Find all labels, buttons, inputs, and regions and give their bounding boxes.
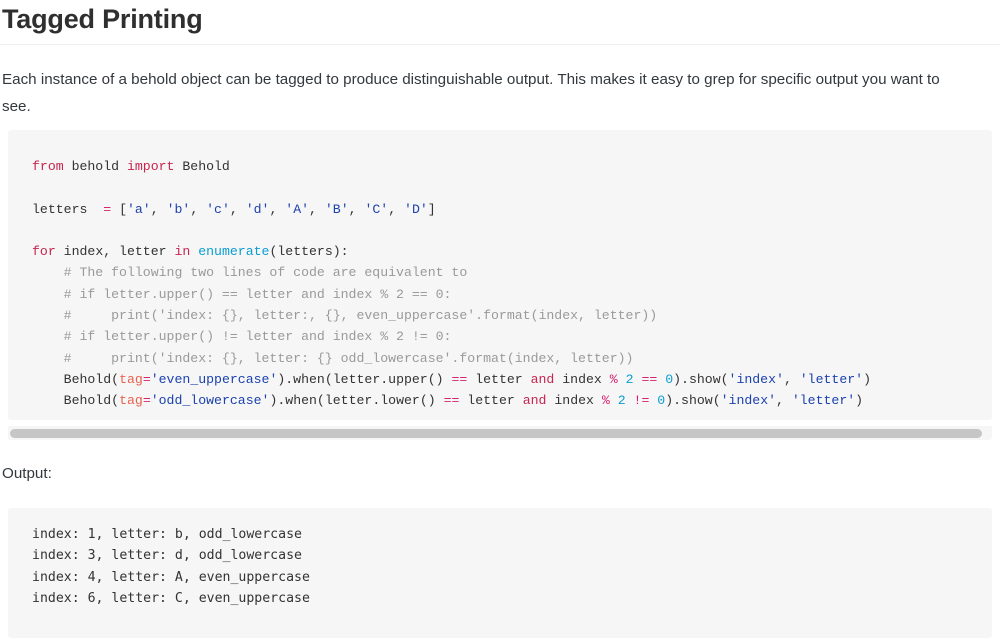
code-token: ,	[309, 201, 325, 217]
code-token: tag	[119, 393, 143, 409]
code-token: 'A'	[285, 201, 310, 217]
code-token: 'b'	[166, 201, 191, 217]
code-token: ,	[388, 201, 405, 217]
code-token: ==	[451, 371, 468, 387]
code-token: letter	[467, 371, 531, 387]
page-title: Tagged Printing	[2, 4, 203, 34]
code-token: =	[103, 201, 112, 217]
code-token: in	[174, 244, 191, 260]
code-token: # print('index: {}, letter: {} odd_lower…	[32, 350, 634, 366]
code-token: ,	[348, 201, 365, 217]
code-horizontal-scrollbar[interactable]	[8, 426, 992, 440]
code-token: 2	[625, 371, 634, 387]
code-token: 'odd_lowercase'	[150, 393, 270, 409]
title-divider	[0, 44, 1000, 45]
code-token: # The following two lines of code are eq…	[32, 265, 468, 281]
code-block-example[interactable]: from behold import Behold letters = ['a'…	[8, 130, 992, 420]
code-token: ==	[443, 393, 460, 409]
code-token: index, letter	[55, 244, 175, 260]
output-label: Output:	[2, 465, 52, 482]
code-token: ,	[269, 201, 286, 217]
python-code: from behold import Behold letters = ['a'…	[32, 159, 871, 408]
code-token: tag	[119, 371, 143, 387]
code-token: and	[530, 371, 555, 387]
code-content: from behold import Behold letters = ['a'…	[8, 130, 992, 412]
code-token: # print('index: {}, letter:, {}, even_up…	[32, 308, 658, 324]
code-token: )	[863, 371, 871, 387]
code-token: ).when(letter.upper()	[277, 371, 452, 387]
code-token: Behold(	[32, 371, 120, 387]
output-block: index: 1, letter: b, odd_lowercase index…	[8, 508, 992, 638]
code-token: ,	[190, 201, 207, 217]
code-token: behold	[63, 159, 127, 174]
output-content: index: 1, letter: b, odd_lowercase index…	[32, 527, 310, 606]
code-token: 'a'	[126, 201, 151, 217]
code-token: for	[32, 244, 56, 260]
code-token: ).show(	[665, 393, 721, 409]
documentation-page: Tagged Printing Each instance of a behol…	[0, 0, 1000, 638]
code-token: %	[609, 371, 618, 387]
code-token: ,	[150, 201, 167, 217]
code-token: Behold(	[32, 393, 120, 409]
code-token: =	[142, 393, 151, 409]
code-token: letter	[459, 393, 523, 409]
code-token: 'index'	[720, 393, 777, 409]
code-token: !=	[633, 393, 650, 409]
code-token: ,	[783, 371, 800, 387]
code-token: index	[554, 371, 610, 387]
code-token: ,	[776, 393, 792, 409]
code-token: 0	[665, 371, 674, 387]
code-token: ]	[427, 201, 436, 217]
code-token: # if letter.upper() == letter and index …	[32, 286, 452, 302]
code-token: (letters):	[269, 244, 349, 260]
code-token: 'D'	[404, 201, 428, 217]
code-token: # if letter.upper() != letter and index …	[32, 329, 452, 345]
scrollbar-thumb[interactable]	[10, 429, 982, 438]
code-token: %	[601, 393, 610, 409]
code-token: [	[111, 201, 127, 217]
code-token: 'index'	[728, 371, 784, 387]
code-token: ).show(	[673, 371, 729, 387]
code-token: and	[522, 393, 547, 409]
code-token: Behold	[174, 159, 230, 174]
code-token: ==	[641, 371, 658, 387]
code-token: 'C'	[364, 201, 389, 217]
code-token: 2	[617, 393, 626, 409]
code-token: )	[855, 393, 864, 409]
code-token: 'B'	[324, 201, 349, 217]
intro-paragraph: Each instance of a behold object can be …	[2, 71, 940, 115]
code-token: from	[32, 159, 64, 174]
code-token: 'd'	[245, 201, 270, 217]
code-token: 'even_uppercase'	[150, 371, 278, 387]
code-token: import	[126, 159, 175, 174]
code-token: index	[546, 393, 602, 409]
code-token: ,	[229, 201, 246, 217]
code-token: ).when(letter.lower()	[269, 393, 444, 409]
code-token: 'letter'	[791, 393, 856, 409]
code-token: =	[142, 371, 151, 387]
code-token: letters	[32, 201, 104, 217]
code-token: 'letter'	[799, 371, 864, 387]
code-token: 'c'	[206, 201, 230, 217]
code-token: enumerate	[198, 244, 270, 260]
